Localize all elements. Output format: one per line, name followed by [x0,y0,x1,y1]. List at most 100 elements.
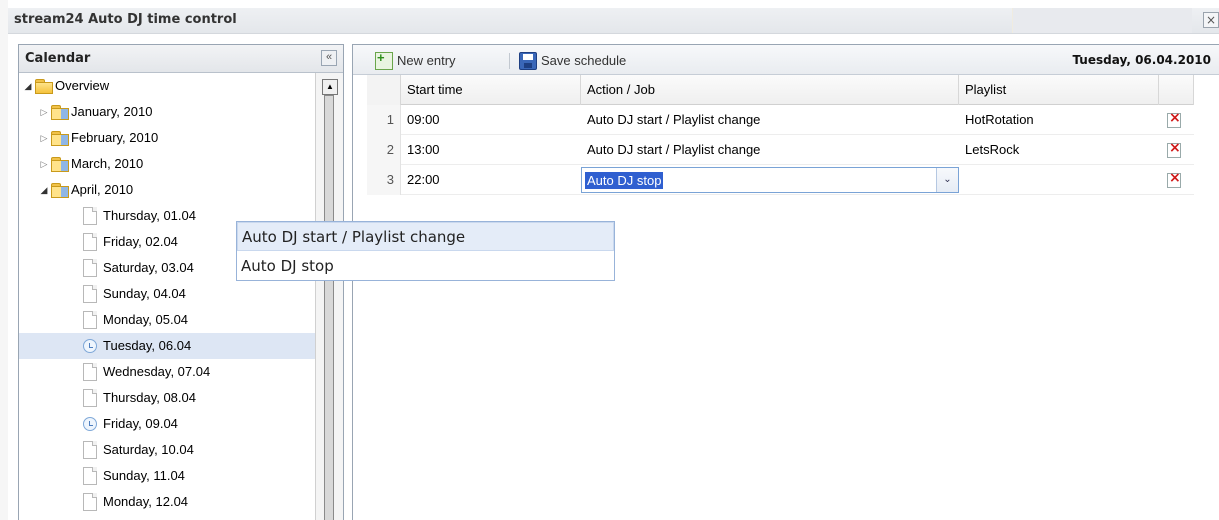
schedule-grid: Start time Action / Job Playlist 1 09:00… [367,75,1194,195]
page-icon [83,207,97,225]
page-icon [83,311,97,329]
new-entry-button[interactable]: New entry [375,49,499,70]
tree-node-day[interactable]: Saturday, 10.04 [19,437,315,463]
tree-node-day[interactable]: Sunday, 04.04 [19,281,315,307]
delete-icon[interactable] [1167,110,1181,128]
chevron-down-icon[interactable]: ⌄ [936,168,958,192]
page-icon [83,467,97,485]
row-number: 1 [367,105,401,135]
tree-node-month[interactable]: ▷ February, 2010 [19,125,315,151]
tree-node-month[interactable]: ▷ January, 2010 [19,99,315,125]
tree-node-label: Monday, 12.04 [103,494,189,509]
combobox-value[interactable]: Auto DJ stop [585,172,664,189]
tree-node-label: Saturday, 10.04 [103,442,194,457]
collapsed-arrow-icon[interactable]: ▷ [39,125,49,151]
start-time-cell[interactable]: 13:00 [407,135,440,165]
titlebar-shade [1012,8,1192,33]
new-entry-label: New entry [397,53,456,68]
month-folder-icon [51,105,69,120]
tree-node-label: Sunday, 11.04 [103,468,185,483]
tree-node-day[interactable]: Monday, 05.04 [19,307,315,333]
page-icon [83,493,97,511]
time-control-window: stream24 Auto DJ time control × Calendar… [8,8,1219,520]
tree-node-label: Friday, 02.04 [103,234,178,249]
collapsed-arrow-icon[interactable]: ▷ [39,99,49,125]
page-icon [83,389,97,407]
tree-node-day[interactable]: Monday, 12.04 [19,489,315,515]
grid-header: Start time Action / Job Playlist [367,75,1194,105]
collapse-panel-button[interactable]: « [321,50,337,66]
playlist-cell[interactable]: HotRotation [965,105,1034,135]
row-number: 3 [367,165,401,195]
action-combobox[interactable]: Auto DJ stop ⌄ [581,167,959,193]
save-schedule-button[interactable]: Save schedule [519,52,659,70]
current-date: Tuesday, 06.04.2010 [1072,53,1211,67]
page-icon [83,441,97,459]
folder-open-icon [35,79,53,94]
start-time-cell[interactable]: 22:00 [407,165,440,195]
tree-node-label: Overview [55,78,110,93]
tree-node-label: April, 2010 [71,182,134,197]
tree-node-day-selected[interactable]: Tuesday, 06.04 [19,333,315,359]
row-number: 2 [367,135,401,165]
month-folder-icon [51,183,69,198]
action-cell[interactable]: Auto DJ start / Playlist change [587,135,760,165]
start-time-header[interactable]: Start time [401,75,581,105]
expanded-arrow-icon[interactable]: ◢ [23,73,33,99]
dropdown-option[interactable]: Auto DJ stop [237,252,614,281]
playlist-header[interactable]: Playlist [959,75,1159,105]
tree-node-label: Tuesday, 06.04 [103,338,192,353]
tree-node-label: Thursday, 08.04 [103,390,196,405]
expanded-arrow-icon[interactable]: ◢ [39,177,49,203]
tree-scrollbar[interactable]: ▲ [315,73,343,520]
floppy-disk-icon [519,52,537,70]
tree-node-label: Thursday, 01.04 [103,208,196,223]
tree-node-overview[interactable]: ◢ Overview [19,73,315,99]
schedule-panel: New entry Save schedule Tuesday, 06.04.2… [352,44,1219,520]
calendar-panel: Calendar « ◢ Overview ▷ January, 2010 ▷ … [18,44,344,520]
new-entry-icon [375,49,393,70]
tree-node-label: Sunday, 04.04 [103,286,186,301]
scroll-thumb[interactable] [324,95,334,520]
calendar-tree: ◢ Overview ▷ January, 2010 ▷ February, 2… [19,73,315,520]
collapsed-arrow-icon[interactable]: ▷ [39,151,49,177]
action-header[interactable]: Action / Job [581,75,959,105]
tree-node-label: Monday, 05.04 [103,312,189,327]
dropdown-option[interactable]: Auto DJ start / Playlist change [237,222,614,251]
page-icon [83,259,97,277]
clock-icon [83,417,97,431]
save-schedule-label: Save schedule [541,53,627,68]
tree-node-day[interactable]: Wednesday, 07.04 [19,359,315,385]
tree-node-month[interactable]: ▷ March, 2010 [19,151,315,177]
scroll-up-button[interactable]: ▲ [322,79,338,95]
start-time-cell[interactable]: 09:00 [407,105,440,135]
table-row[interactable]: 3 22:00 Auto DJ stop ⌄ [367,165,1194,195]
action-dropdown-list: Auto DJ start / Playlist change Auto DJ … [236,221,615,281]
tree-node-label: February, 2010 [71,130,159,145]
window-close-button[interactable]: × [1203,12,1219,28]
delete-icon[interactable] [1167,140,1181,158]
tree-node-label: Friday, 09.04 [103,416,178,431]
month-folder-icon [51,131,69,146]
window-title: stream24 Auto DJ time control [14,12,237,27]
tree-node-day[interactable]: Thursday, 08.04 [19,385,315,411]
playlist-cell[interactable]: LetsRock [965,135,1019,165]
calendar-header: Calendar « [19,45,343,73]
action-cell[interactable]: Auto DJ start / Playlist change [587,105,760,135]
page-icon [83,233,97,251]
tree-node-day[interactable]: Friday, 09.04 [19,411,315,437]
clock-icon [83,339,97,353]
delete-icon[interactable] [1167,170,1181,188]
tree-node-month[interactable]: ◢ April, 2010 [19,177,315,203]
toolbar-separator [509,53,510,69]
schedule-toolbar: New entry Save schedule Tuesday, 06.04.2… [353,45,1219,75]
delete-header [1159,75,1194,105]
tree-node-label: Wednesday, 07.04 [103,364,211,379]
tree-node-label: March, 2010 [71,156,144,171]
month-folder-icon [51,157,69,172]
tree-node-day[interactable]: Sunday, 11.04 [19,463,315,489]
background-strip [0,0,8,520]
tree-node-label: January, 2010 [71,104,153,119]
table-row[interactable]: 1 09:00 Auto DJ start / Playlist change … [367,105,1194,135]
table-row[interactable]: 2 13:00 Auto DJ start / Playlist change … [367,135,1194,165]
